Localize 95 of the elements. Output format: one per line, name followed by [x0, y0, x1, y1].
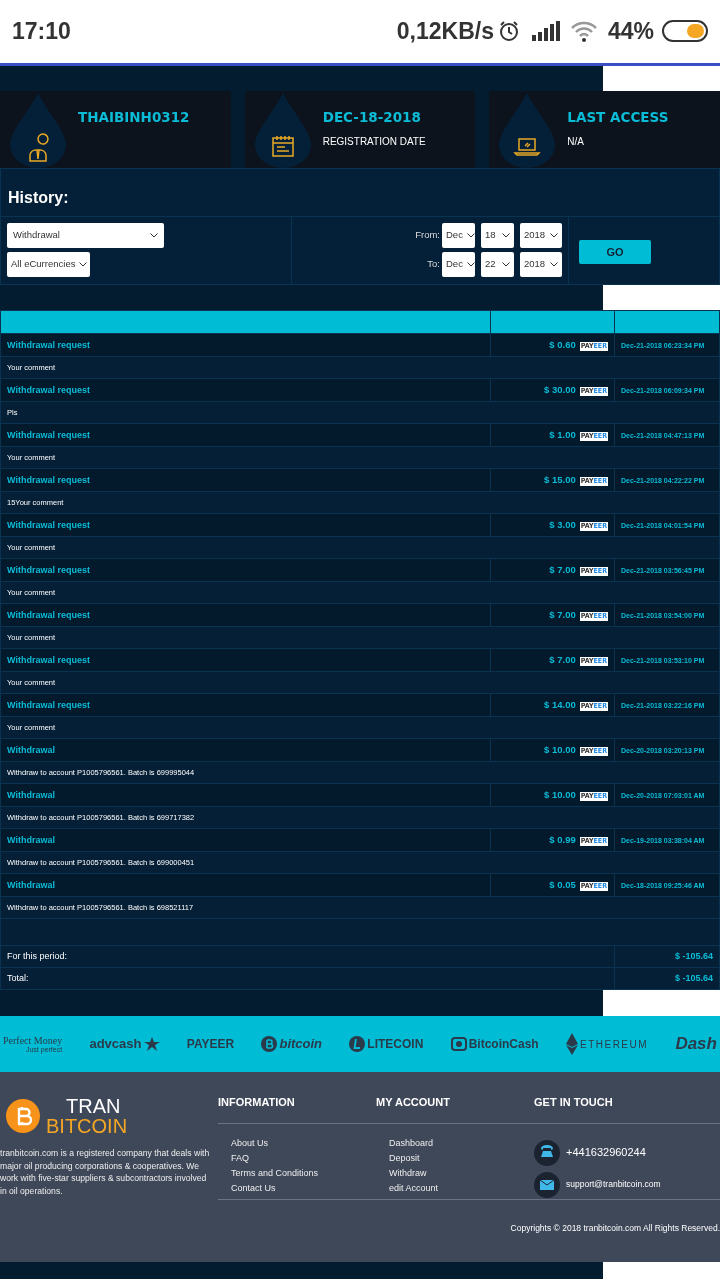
- litecoin-icon: [349, 1036, 366, 1052]
- column-title: GET IN TOUCH: [534, 1095, 614, 1110]
- footer-link[interactable]: Contact Us: [231, 1180, 376, 1196]
- bitcoin-icon: [261, 1036, 278, 1052]
- copyright-text: Copyrights © 2018 tranbitcoin.com All Rights Reserved.: [509, 1222, 720, 1235]
- amount: $ 30.00: [544, 383, 576, 395]
- amount: $ 15.00: [544, 473, 576, 485]
- total-label: Total:: [7, 973, 29, 983]
- chevron-icon: [150, 233, 158, 239]
- footer-link[interactable]: FAQ: [231, 1150, 376, 1166]
- chevron-icon: [79, 262, 88, 268]
- amount: $ 14.00: [544, 698, 576, 710]
- amount: $ 1.00: [549, 428, 576, 440]
- total-label: For this period:: [7, 951, 68, 961]
- card-title: DEC-18-2018: [322, 108, 422, 127]
- transaction-type: Withdrawal request: [7, 339, 90, 350]
- footer-link[interactable]: About Us: [231, 1135, 376, 1151]
- transaction-type: Withdrawal: [7, 879, 55, 890]
- amount: $ 7.00: [549, 653, 576, 665]
- chevron-icon: [550, 233, 558, 239]
- range-label: From:: [414, 228, 440, 243]
- footer-link[interactable]: Terms and Conditions: [231, 1165, 376, 1181]
- bitcoin-logo-icon: [6, 1099, 40, 1133]
- contact-phone: +441632960244: [566, 1145, 646, 1161]
- alarm-icon: [497, 20, 520, 42]
- go-button[interactable]: GO: [579, 240, 651, 265]
- footer-link[interactable]: edit Account: [389, 1180, 534, 1196]
- footer-link[interactable]: Deposit: [389, 1150, 534, 1166]
- card-title: LAST ACCESS: [567, 108, 669, 127]
- logo-text: BITCOIN: [46, 1116, 128, 1136]
- day-select[interactable]: 18: [481, 223, 514, 248]
- chevron-icon: [502, 262, 510, 268]
- email-icon: [534, 1171, 560, 1198]
- day-select[interactable]: 22: [481, 252, 514, 277]
- contact-email: support@tranbitcoin.com: [566, 1178, 661, 1191]
- chevron-icon: [466, 233, 475, 239]
- total-value: $ -105.64: [674, 951, 713, 961]
- amount: $ 10.00: [544, 743, 576, 755]
- brand-logo-text: BitcoinCash: [468, 1036, 539, 1053]
- transaction-type: Withdrawal request: [7, 474, 90, 485]
- amount: $ 0.60: [549, 338, 576, 350]
- amount: $ 7.00: [549, 563, 576, 575]
- chevron-icon: [502, 233, 510, 239]
- amount: $ 0.05: [549, 878, 576, 890]
- column-title: MY ACCOUNT: [376, 1095, 451, 1110]
- logo-text: TRAN: [66, 1096, 122, 1116]
- brand-logo-text: ETHEREUM: [579, 1037, 649, 1052]
- battery-icon: [662, 20, 708, 42]
- amount: $ 3.00: [549, 518, 576, 530]
- brand-logo-text: advcash: [89, 1035, 142, 1054]
- phone-icon: [534, 1139, 560, 1166]
- amount: $ 0.99: [549, 833, 576, 845]
- type-select[interactable]: Withdrawal: [7, 223, 164, 248]
- total-value: $ -105.64: [674, 973, 713, 983]
- star-icon: [143, 1037, 160, 1051]
- brand-logo-text: PAYEER: [186, 1036, 235, 1053]
- battery-percent: 44%: [607, 16, 654, 46]
- ethereum-icon: [565, 1033, 578, 1055]
- range-label: To:: [426, 257, 440, 272]
- footer-link[interactable]: Dashboard: [389, 1135, 534, 1151]
- footer-link[interactable]: Withdraw: [389, 1165, 534, 1181]
- transaction-type: Withdrawal request: [7, 384, 90, 395]
- bitcoin-cash-icon: [450, 1037, 467, 1051]
- card-subtitle: REGISTRATION DATE: [322, 135, 426, 150]
- card-subtitle: N/A: [567, 135, 585, 150]
- transaction-type: Withdrawal request: [7, 519, 90, 530]
- brand-logo-text: bitcoin: [279, 1035, 323, 1054]
- transaction-type: Withdrawal: [7, 744, 55, 755]
- column-title: INFORMATION: [218, 1095, 296, 1110]
- year-select[interactable]: 2018: [520, 252, 562, 277]
- network-speed: 0,12KB/s: [396, 16, 494, 46]
- transaction-type: Withdrawal request: [7, 654, 90, 665]
- brand-logo-text: LITECOIN: [367, 1036, 424, 1053]
- chevron-icon: [550, 262, 558, 268]
- transaction-type: Withdrawal request: [7, 429, 90, 440]
- transaction-type: Withdrawal: [7, 834, 55, 845]
- chevron-icon: [466, 262, 475, 268]
- transaction-type: Withdrawal request: [7, 564, 90, 575]
- amount: $ 7.00: [549, 608, 576, 620]
- signal-icon: [529, 21, 560, 41]
- brand-logo-text: Perfect Money: [3, 1035, 63, 1046]
- month-select[interactable]: Dec: [442, 252, 475, 277]
- card-title: THAIBINH0312: [78, 108, 190, 127]
- currency-select[interactable]: All eCurrencies: [7, 252, 90, 277]
- status-time: 17:10: [12, 16, 71, 46]
- wifi-icon: [569, 20, 598, 42]
- transaction-type: Withdrawal: [7, 789, 55, 800]
- month-select[interactable]: Dec: [442, 223, 475, 248]
- year-select[interactable]: 2018: [520, 223, 562, 248]
- transaction-type: Withdrawal request: [7, 609, 90, 620]
- section-title: History:: [7, 188, 70, 208]
- brand-logo-text: Dash: [675, 1033, 717, 1056]
- amount: $ 10.00: [544, 788, 576, 800]
- company-description: tranbitcoin.com is a registered company that deals with major oil producing corporations & cooperatives. We work with five-star suppliers & subcontractors involved in oil operations.: [0, 1147, 211, 1197]
- transaction-type: Withdrawal request: [7, 699, 90, 710]
